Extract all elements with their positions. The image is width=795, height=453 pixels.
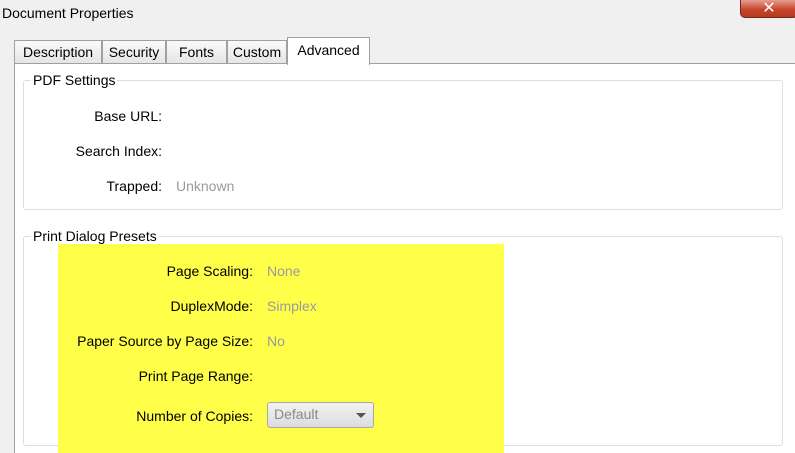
number-of-copies-dropdown[interactable]: Default: [267, 402, 374, 428]
tab-advanced[interactable]: Advanced: [287, 37, 370, 65]
duplex-mode-value: Simplex: [267, 298, 317, 314]
tab-fonts[interactable]: Fonts: [166, 40, 227, 63]
paper-source-value: No: [267, 333, 285, 349]
close-icon: ✕: [762, 0, 776, 17]
print-dialog-presets-legend: Print Dialog Presets: [31, 228, 159, 244]
chevron-down-icon: [356, 413, 366, 418]
close-button[interactable]: ✕: [740, 0, 795, 18]
duplex-mode-label: DuplexMode:: [170, 298, 254, 314]
print-page-range-label: Print Page Range:: [138, 368, 253, 384]
base-url-label: Base URL:: [94, 108, 162, 124]
tab-custom[interactable]: Custom: [227, 40, 287, 63]
paper-source-label: Paper Source by Page Size:: [77, 333, 253, 349]
number-of-copies-selected: Default: [274, 406, 319, 422]
tab-strip: Description Security Fonts Custom Advanc…: [14, 37, 795, 65]
tab-security[interactable]: Security: [102, 40, 166, 63]
search-index-label: Search Index:: [75, 143, 162, 159]
advanced-tab-panel: PDF Settings Base URL: Search Index: Tra…: [14, 63, 795, 453]
trapped-label: Trapped:: [106, 178, 162, 194]
tab-description[interactable]: Description: [14, 40, 102, 63]
page-scaling-label: Page Scaling:: [166, 263, 253, 279]
number-of-copies-label: Number of Copies:: [136, 408, 253, 424]
document-properties-window: Document Properties ✕ Description Securi…: [0, 0, 795, 453]
title-bar: Document Properties ✕: [0, 0, 795, 32]
window-title: Document Properties: [2, 5, 134, 21]
pdf-settings-legend: PDF Settings: [31, 72, 118, 88]
trapped-value: Unknown: [176, 178, 235, 194]
page-scaling-value: None: [267, 263, 301, 279]
